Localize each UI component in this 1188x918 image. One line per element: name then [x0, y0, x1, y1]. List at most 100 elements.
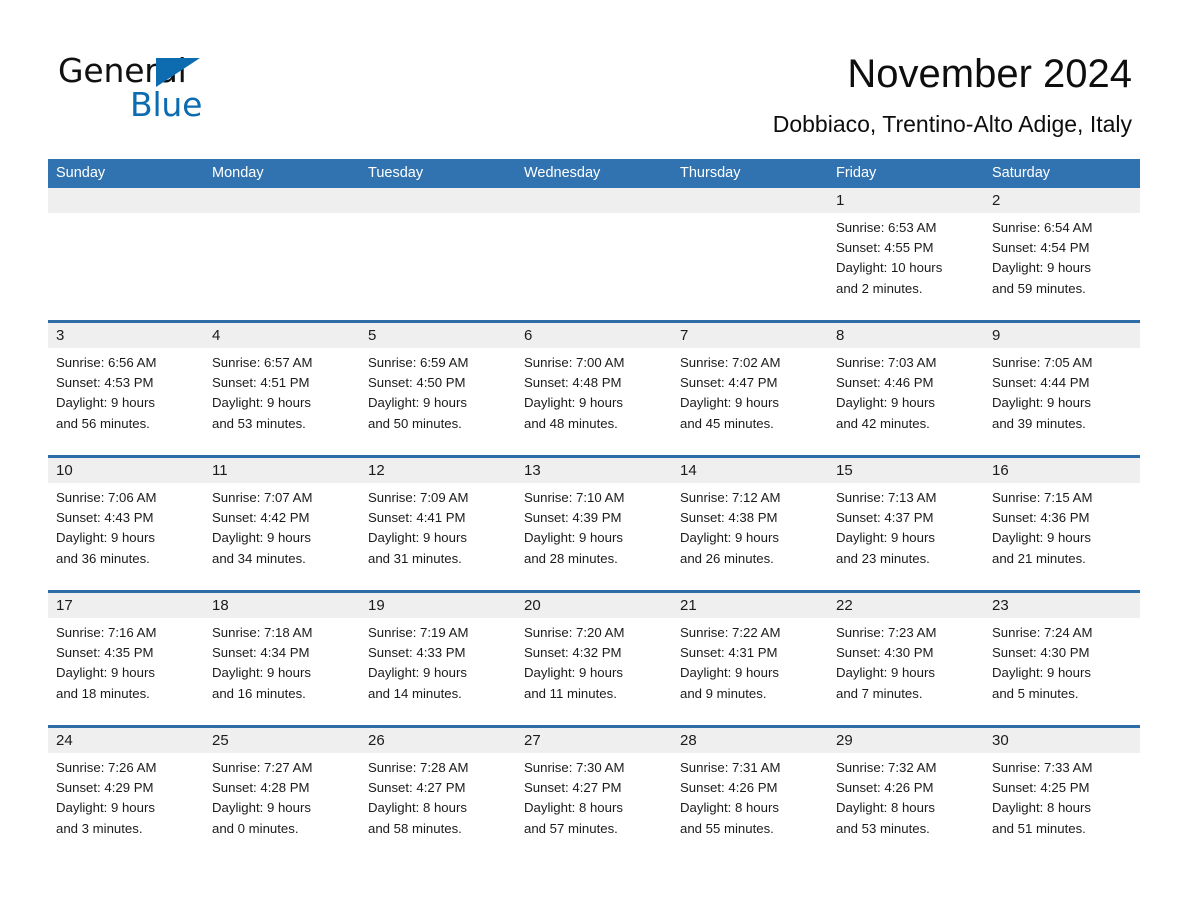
sunset-text: Sunset: 4:28 PM [212, 780, 310, 796]
calendar-week-row: 17 Sunrise: 7:16 AM Sunset: 4:35 PM Dayligh… [48, 590, 1140, 725]
calendar-day-cell[interactable]: 16 Sunrise: 7:15 AM Sunset: 4:36 PM Dayligh… [984, 458, 1140, 590]
sunrise-text: Sunrise: 6:53 AM [836, 220, 937, 235]
calendar-day-cell[interactable]: 14 Sunrise: 7:12 AM Sunset: 4:38 PM Dayligh… [672, 458, 828, 590]
calendar-day-cell[interactable]: 15 Sunrise: 7:13 AM Sunset: 4:37 PM Dayligh… [828, 458, 984, 590]
sunrise-text: Sunrise: 7:27 AM [212, 760, 313, 775]
calendar-day-cell[interactable]: 1 Sunrise: 6:53 AM Sunset: 4:55 PM Daylight… [828, 188, 984, 320]
day-info: Sunrise: 6:57 AM Sunset: 4:51 PM Daylight:… [212, 353, 352, 434]
day-number: 16 [992, 462, 1009, 479]
sunrise-text: Sunrise: 7:32 AM [836, 760, 937, 775]
day-number [212, 188, 352, 213]
day-number: 12 [368, 462, 385, 479]
calendar-day-cell[interactable]: 28 Sunrise: 7:31 AM Sunset: 4:26 PM Dayligh… [672, 728, 828, 860]
daylight-text-line2: and 0 minutes. [212, 820, 299, 836]
calendar-day-cell[interactable]: 4 Sunrise: 6:57 AM Sunset: 4:51 PM Daylight… [204, 323, 360, 455]
day-number: 26 [368, 732, 385, 749]
calendar-day-cell[interactable]: 30 Sunrise: 7:33 AM Sunset: 4:25 PM Dayligh… [984, 728, 1140, 860]
week-inner: 17 Sunrise: 7:16 AM Sunset: 4:35 PM Dayligh… [48, 593, 1140, 725]
daylight-text-line2: and 16 minutes. [212, 685, 306, 701]
calendar-day-cell[interactable]: 7 Sunrise: 7:02 AM Sunset: 4:47 PM Daylight… [672, 323, 828, 455]
calendar-day-cell[interactable]: 12 Sunrise: 7:09 AM Sunset: 4:41 PM Dayligh… [360, 458, 516, 590]
calendar-day-cell[interactable]: 26 Sunrise: 7:28 AM Sunset: 4:27 PM Dayligh… [360, 728, 516, 860]
day-info: Sunrise: 7:09 AM Sunset: 4:41 PM Daylight:… [368, 488, 508, 569]
sunset-text: Sunset: 4:31 PM [680, 645, 778, 661]
sunset-text: Sunset: 4:25 PM [992, 780, 1090, 796]
calendar-day-cell[interactable]: 25 Sunrise: 7:27 AM Sunset: 4:28 PM Dayligh… [204, 728, 360, 860]
calendar-day-cell[interactable]: 17 Sunrise: 7:16 AM Sunset: 4:35 PM Dayligh… [48, 593, 204, 725]
day-number: 13 [524, 462, 541, 479]
weekday-header-row: Sunday Monday Tuesday Wednesday Thursday Frid… [48, 159, 1140, 188]
calendar-day-cell[interactable]: 9 Sunrise: 7:05 AM Sunset: 4:44 PM Daylight… [984, 323, 1140, 455]
daylight-text-line2: and 55 minutes. [680, 820, 774, 836]
calendar-day-cell[interactable]: 2 Sunrise: 6:54 AM Sunset: 4:54 PM Daylight… [984, 188, 1140, 320]
day-info: Sunrise: 7:22 AM Sunset: 4:31 PM Daylight:… [680, 623, 820, 704]
daylight-text-line2: and 53 minutes. [836, 820, 930, 836]
day-info: Sunrise: 7:30 AM Sunset: 4:27 PM Daylight:… [524, 758, 664, 839]
sunset-text: Sunset: 4:50 PM [368, 375, 466, 391]
daylight-text-line1: Daylight: 9 hours [680, 665, 779, 681]
day-number: 24 [56, 732, 73, 749]
day-number: 22 [836, 597, 853, 614]
calendar-day-cell[interactable]: 5 Sunrise: 6:59 AM Sunset: 4:50 PM Daylight… [360, 323, 516, 455]
day-info: Sunrise: 7:16 AM Sunset: 4:35 PM Daylight:… [56, 623, 196, 704]
day-number: 23 [992, 597, 1009, 614]
weekday-header-wednesday: Wednesday [524, 165, 601, 181]
daylight-text-line1: Daylight: 9 hours [992, 260, 1091, 276]
calendar-day-cell[interactable]: 18 Sunrise: 7:18 AM Sunset: 4:34 PM Dayligh… [204, 593, 360, 725]
calendar-day-cell[interactable]: 23 Sunrise: 7:24 AM Sunset: 4:30 PM Dayligh… [984, 593, 1140, 725]
day-number: 20 [524, 597, 541, 614]
day-number: 6 [524, 327, 533, 344]
daylight-text-line1: Daylight: 9 hours [56, 395, 155, 411]
sunrise-text: Sunrise: 7:16 AM [56, 625, 157, 640]
sunrise-text: Sunrise: 7:31 AM [680, 760, 781, 775]
sunrise-text: Sunrise: 7:12 AM [680, 490, 781, 505]
calendar-day-cell[interactable]: 24 Sunrise: 7:26 AM Sunset: 4:29 PM Dayligh… [48, 728, 204, 860]
sunrise-text: Sunrise: 7:24 AM [992, 625, 1093, 640]
calendar-day-empty [48, 188, 204, 320]
calendar-day-cell[interactable]: 21 Sunrise: 7:22 AM Sunset: 4:31 PM Dayligh… [672, 593, 828, 725]
calendar-day-cell[interactable]: 13 Sunrise: 7:10 AM Sunset: 4:39 PM Dayligh… [516, 458, 672, 590]
sunset-text: Sunset: 4:55 PM [836, 240, 934, 256]
calendar-day-cell[interactable]: 22 Sunrise: 7:23 AM Sunset: 4:30 PM Dayligh… [828, 593, 984, 725]
day-number [56, 188, 196, 213]
calendar-day-cell[interactable]: 19 Sunrise: 7:19 AM Sunset: 4:33 PM Dayligh… [360, 593, 516, 725]
sunrise-text: Sunrise: 6:54 AM [992, 220, 1093, 235]
daylight-text-line1: Daylight: 9 hours [992, 665, 1091, 681]
sunrise-text: Sunrise: 7:10 AM [524, 490, 625, 505]
sunrise-text: Sunrise: 7:00 AM [524, 355, 625, 370]
day-info: Sunrise: 7:23 AM Sunset: 4:30 PM Daylight:… [836, 623, 976, 704]
daylight-text-line2: and 34 minutes. [212, 550, 306, 566]
calendar-day-cell[interactable]: 20 Sunrise: 7:20 AM Sunset: 4:32 PM Dayligh… [516, 593, 672, 725]
daylight-text-line2: and 26 minutes. [680, 550, 774, 566]
daylight-text-line2: and 51 minutes. [992, 820, 1086, 836]
daylight-text-line1: Daylight: 9 hours [212, 395, 311, 411]
calendar-day-cell[interactable]: 29 Sunrise: 7:32 AM Sunset: 4:26 PM Dayligh… [828, 728, 984, 860]
calendar-day-cell[interactable]: 27 Sunrise: 7:30 AM Sunset: 4:27 PM Dayligh… [516, 728, 672, 860]
day-info: Sunrise: 7:06 AM Sunset: 4:43 PM Daylight:… [56, 488, 196, 569]
sunset-text: Sunset: 4:42 PM [212, 510, 310, 526]
calendar-day-cell[interactable]: 6 Sunrise: 7:00 AM Sunset: 4:48 PM Daylight… [516, 323, 672, 455]
calendar-weeks: 1 Sunrise: 6:53 AM Sunset: 4:55 PM Daylight… [48, 188, 1140, 860]
day-number: 1 [836, 192, 845, 209]
general-blue-logo[interactable]: General Blue [58, 52, 318, 124]
day-number: 2 [992, 192, 1001, 209]
daylight-text-line1: Daylight: 8 hours [836, 800, 935, 816]
day-number: 19 [368, 597, 385, 614]
weekday-header-monday: Monday [212, 165, 264, 181]
calendar-day-cell[interactable]: 8 Sunrise: 7:03 AM Sunset: 4:46 PM Daylight… [828, 323, 984, 455]
daylight-text-line2: and 58 minutes. [368, 820, 462, 836]
calendar-day-cell[interactable]: 11 Sunrise: 7:07 AM Sunset: 4:42 PM Dayligh… [204, 458, 360, 590]
calendar-day-cell[interactable]: 3 Sunrise: 6:56 AM Sunset: 4:53 PM Daylight… [48, 323, 204, 455]
daylight-text-line1: Daylight: 9 hours [368, 530, 467, 546]
calendar-week-row: 1 Sunrise: 6:53 AM Sunset: 4:55 PM Daylight… [48, 188, 1140, 320]
daylight-text-line1: Daylight: 9 hours [212, 530, 311, 546]
day-info: Sunrise: 7:28 AM Sunset: 4:27 PM Daylight:… [368, 758, 508, 839]
sunset-text: Sunset: 4:26 PM [680, 780, 778, 796]
daylight-text-line1: Daylight: 9 hours [680, 530, 779, 546]
day-info: Sunrise: 7:20 AM Sunset: 4:32 PM Daylight:… [524, 623, 664, 704]
calendar-day-empty [516, 188, 672, 320]
day-info: Sunrise: 6:59 AM Sunset: 4:50 PM Daylight:… [368, 353, 508, 434]
sunrise-text: Sunrise: 7:18 AM [212, 625, 313, 640]
day-number: 10 [56, 462, 73, 479]
calendar-day-cell[interactable]: 10 Sunrise: 7:06 AM Sunset: 4:43 PM Dayligh… [48, 458, 204, 590]
